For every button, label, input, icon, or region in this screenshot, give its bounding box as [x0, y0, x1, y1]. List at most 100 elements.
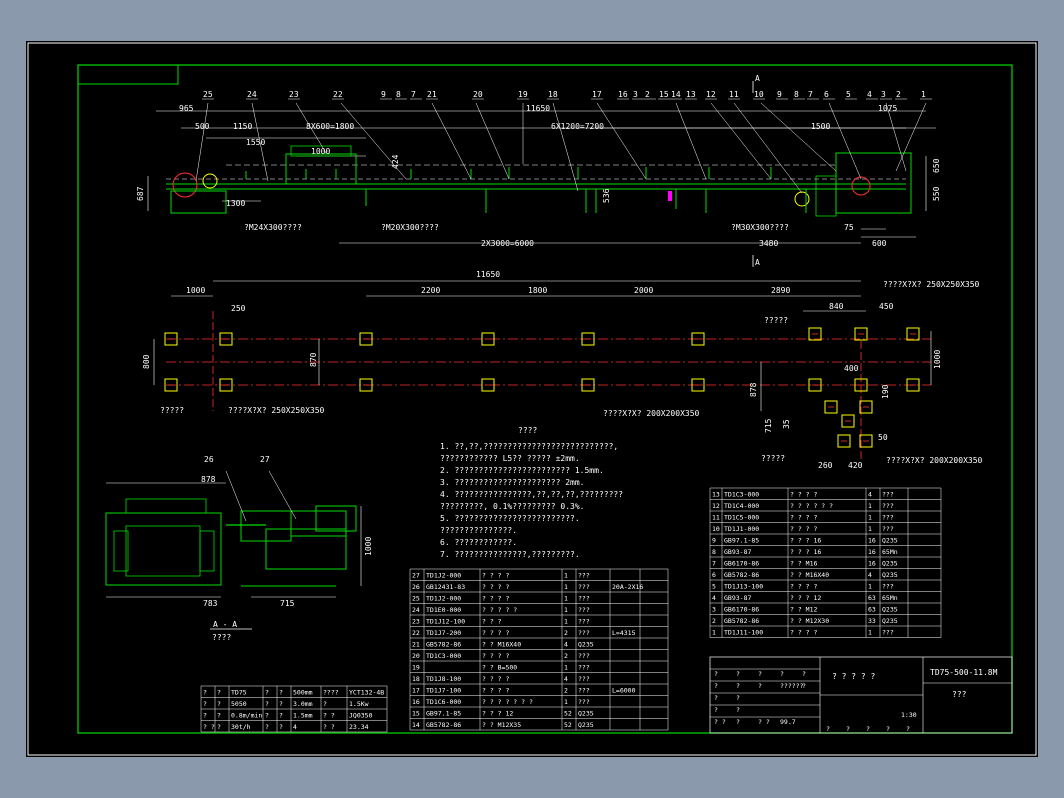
- bom-right-cell: GB6170-86: [724, 560, 759, 568]
- dim-1300: 1300: [226, 199, 245, 208]
- spec-cell: ?: [217, 712, 221, 720]
- bom-mid-cell: 26: [412, 583, 420, 591]
- note-line: 7. ???????????????,?????????.: [440, 550, 580, 559]
- title-cell: ?: [714, 706, 718, 714]
- dim-1000: 1000: [311, 147, 330, 156]
- plan-dim-420: 420: [848, 461, 863, 470]
- bom-right-cell: TD1C3-000: [724, 491, 759, 499]
- title-cell: ?: [736, 706, 740, 714]
- bom-mid-cell: ? ? ? ? ? ? ?: [482, 698, 533, 706]
- bom-mid-cell: ? ? M16X40: [482, 641, 521, 649]
- plan-note-pad-250: ????X?X? 250X250X350: [228, 406, 325, 415]
- title-cell: ?: [714, 670, 718, 678]
- plan-dim-450: 450: [879, 302, 894, 311]
- spec-cell: ? ?: [203, 723, 215, 731]
- title-cell: ??????: [780, 682, 804, 690]
- bom-right-cell: 10: [712, 525, 720, 533]
- bom-mid-cell: L=4315: [612, 629, 636, 637]
- dim-2x3000: 2X3000=6000: [481, 239, 534, 248]
- bom-mid-cell: TD1J7-200: [426, 629, 461, 637]
- plan-note-pad-drive: ????X?X? 200X200X350: [886, 456, 983, 465]
- bom-right-cell: TD1C4-000: [724, 502, 759, 510]
- bom-right-cell: 9: [712, 537, 716, 545]
- plan-note-pad-200: ????X?X? 200X200X350: [603, 409, 700, 418]
- plan-note-holes-3: ?????: [761, 454, 785, 463]
- tables: 13 TD1C3-000? ? ? ? 4 ???12 TD1C4-000? ? ? ?…: [200, 487, 1013, 734]
- bom-right-cell: 4: [712, 594, 716, 602]
- callout-24: 24: [247, 90, 257, 99]
- bom-right-cell: TD1J1-000: [724, 525, 759, 533]
- bom-mid-cell: ???: [578, 675, 590, 683]
- dim-8x600: 8X600=1800: [306, 122, 354, 131]
- plan-dim-878: 878: [749, 382, 758, 397]
- bom-mid-cell: 1: [564, 618, 568, 626]
- bom-right-cell: 16: [868, 560, 876, 568]
- callout-7: 7: [411, 90, 416, 99]
- cad-drawing: 25 24 23 22 9 8 7 21 20 19 18 17 16 3 2 15 14 13 12 11 10 9 8 7…: [27, 42, 1037, 756]
- callout-1: 1: [921, 90, 926, 99]
- section-dim-783: 783: [203, 599, 218, 608]
- title-bottom-cell: ?: [846, 725, 850, 733]
- title-cell: ?: [714, 694, 718, 702]
- plan-dim-190: 190: [881, 384, 890, 399]
- bom-right-cell: ? ? M12: [790, 606, 817, 614]
- dim-75: 75: [844, 223, 854, 232]
- bom-right-cell: 33: [868, 617, 876, 625]
- bom-mid-cell: ???: [578, 698, 590, 706]
- plan-dim-2200: 2200: [421, 286, 440, 295]
- bom-right-cell: 65Mn: [882, 548, 898, 556]
- spec-cell: ?: [279, 689, 283, 697]
- bom-mid-cell: 14: [412, 721, 420, 729]
- bom-right-cell: 6: [712, 571, 716, 579]
- bom-mid-cell: ? ? ? ?: [482, 572, 509, 580]
- dim-1500: 1500: [811, 122, 830, 131]
- title-cell: 99.7: [780, 718, 796, 726]
- bom-mid-cell: 16: [412, 698, 420, 706]
- bom-mid-cell: TD1C6-000: [426, 698, 461, 706]
- section-dim-878: 878: [201, 475, 216, 484]
- title-cell: ?: [736, 694, 740, 702]
- bom-right-cell: ???: [882, 525, 894, 533]
- spec-cell: ?: [217, 700, 221, 708]
- callout-27: 27: [260, 455, 270, 464]
- plan-dim-715: 715: [764, 418, 773, 433]
- bom-mid-cell: ???: [578, 595, 590, 603]
- bom-mid-cell: Q235: [578, 710, 594, 718]
- callout-13: 13: [686, 90, 696, 99]
- bom-right-cell: ? ? ? ? ? ?: [790, 502, 833, 510]
- bom-right-cell: ???: [882, 514, 894, 522]
- note-line: ???????????????.: [440, 526, 517, 535]
- plan-view: [153, 280, 932, 461]
- bom-mid-cell: TD1J8-100: [426, 675, 461, 683]
- spec-cell: ?: [265, 723, 269, 731]
- title-cell: ?: [714, 682, 718, 690]
- spec-cell: JQ0350: [349, 712, 373, 720]
- bom-right-cell: ? ? ? 16: [790, 537, 821, 545]
- plan-note-pad-head: ????X?X? 250X250X350: [883, 280, 980, 289]
- bom-right-cell: 3: [712, 606, 716, 614]
- bom-mid-cell: TD1J2-000: [426, 572, 461, 580]
- bom-mid-cell: 52: [564, 721, 572, 729]
- callout-12: 12: [706, 90, 716, 99]
- dim-1550: 1550: [246, 138, 265, 147]
- title-cell: ?: [736, 682, 740, 690]
- bom-right-cell: ? ? ? 12: [790, 594, 821, 602]
- plan-dim-1000: 1000: [186, 286, 205, 295]
- section-view: [105, 470, 362, 630]
- bom-mid-cell: ???: [578, 664, 590, 672]
- notes-heading: ????: [518, 426, 537, 435]
- bom-right-cell: ? ? ? ?: [790, 629, 817, 637]
- drawing-canvas: 25 24 23 22 9 8 7 21 20 19 18 17 16 3 2 15 14 13 12 11 10 9 8 7…: [26, 41, 1038, 757]
- spec-cell: ? ?: [323, 712, 335, 720]
- note-line: 3. ?????????????????????? 2mm.: [440, 478, 585, 487]
- bom-mid-cell: 23: [412, 618, 420, 626]
- spec-cell: 30t/h: [231, 723, 251, 731]
- section-mark-bottom: A: [755, 258, 760, 267]
- bom-mid-cell: 17: [412, 687, 420, 695]
- bom-mid-cell: ? ? ? ? ?: [482, 606, 517, 614]
- bom-right-cell: 16: [868, 537, 876, 545]
- bom-mid-cell: TD1E0-000: [426, 606, 461, 614]
- title-cell: ?: [802, 670, 806, 678]
- spec-cell: ?: [265, 689, 269, 697]
- bom-right-cell: 16: [868, 548, 876, 556]
